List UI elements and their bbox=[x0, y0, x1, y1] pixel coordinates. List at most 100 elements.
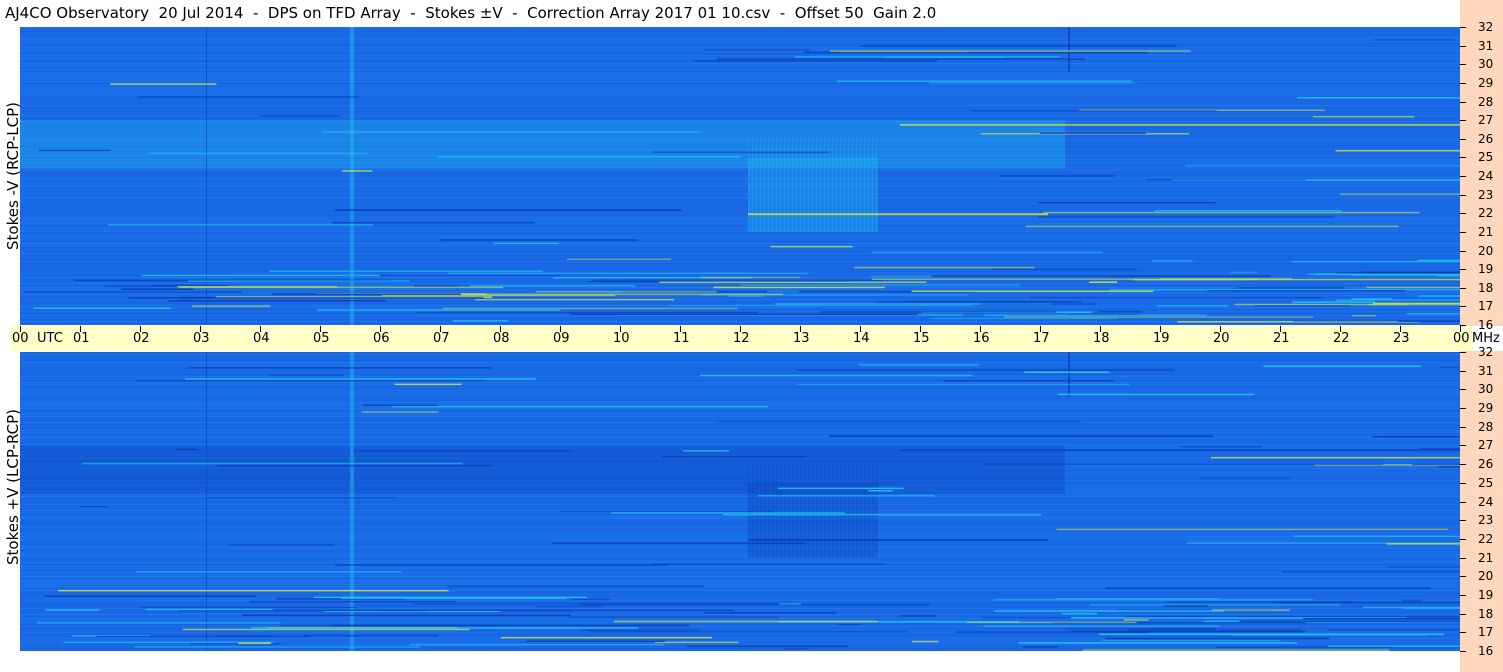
interference-streak bbox=[1038, 202, 1216, 204]
interference-streak bbox=[611, 512, 846, 514]
interference-streak bbox=[1401, 599, 1423, 602]
noise-band bbox=[20, 119, 1460, 120]
interference-streak bbox=[560, 510, 773, 513]
noise-band bbox=[20, 614, 1460, 615]
noise-band bbox=[20, 207, 1460, 208]
burst-striation bbox=[824, 464, 825, 558]
interference-streak bbox=[251, 627, 639, 629]
interference-streak bbox=[1163, 605, 1208, 607]
burst-striation bbox=[828, 464, 829, 558]
noise-band bbox=[20, 233, 1460, 234]
interference-streak bbox=[24, 291, 242, 293]
top-spectrogram-svg bbox=[20, 27, 1460, 325]
noise-band bbox=[20, 47, 1460, 48]
noise-band bbox=[20, 81, 1460, 82]
noise-band bbox=[20, 382, 1460, 383]
noise-band bbox=[20, 586, 1460, 587]
interference-streak bbox=[342, 170, 373, 172]
noise-band bbox=[20, 392, 1460, 393]
freq-tick-label: 26 bbox=[1478, 457, 1494, 471]
noise-band bbox=[20, 33, 1460, 34]
freq-tick-label: 25 bbox=[1478, 150, 1494, 164]
noise-band bbox=[20, 524, 1460, 525]
interference-streak bbox=[413, 602, 796, 605]
noise-band bbox=[20, 414, 1460, 415]
freq-tick bbox=[1460, 64, 1466, 65]
burst-striation bbox=[836, 138, 837, 232]
freq-tick-label: 16 bbox=[1478, 318, 1494, 332]
time-tick-label: 04 bbox=[253, 331, 270, 346]
noise-band bbox=[20, 582, 1460, 583]
interference-streak bbox=[217, 464, 493, 467]
interference-streak bbox=[703, 612, 836, 614]
bottom-frequency-scale bbox=[1460, 351, 1503, 672]
interference-streak bbox=[662, 456, 807, 458]
interference-streak bbox=[175, 448, 197, 451]
noise-band bbox=[20, 434, 1460, 435]
interference-streak bbox=[1327, 629, 1460, 631]
noise-band bbox=[20, 241, 1460, 242]
interference-streak bbox=[1393, 645, 1460, 648]
interference-streak bbox=[1098, 310, 1143, 313]
chart-title: AJ4CO Observatory 20 Jul 2014 - DPS on T… bbox=[5, 4, 937, 22]
noise-band bbox=[20, 193, 1460, 194]
burst-striation bbox=[832, 464, 833, 558]
noise-band bbox=[20, 45, 1460, 46]
noise-band bbox=[20, 71, 1460, 72]
interference-streak bbox=[1351, 314, 1377, 317]
freq-tick bbox=[1460, 614, 1466, 615]
time-tick-label: 03 bbox=[193, 331, 210, 346]
interference-streak bbox=[1207, 290, 1406, 292]
noise-band bbox=[20, 626, 1460, 627]
noise-band bbox=[20, 231, 1460, 232]
interference-streak bbox=[58, 589, 449, 592]
noise-band bbox=[20, 93, 1460, 94]
interference-streak bbox=[238, 642, 271, 644]
freq-tick-label: 27 bbox=[1478, 113, 1494, 127]
noise-band bbox=[20, 494, 1460, 495]
time-tick-label: 07 bbox=[433, 331, 450, 346]
noise-band bbox=[20, 51, 1460, 52]
freq-tick bbox=[1460, 483, 1466, 484]
interference-streak bbox=[136, 571, 402, 573]
noise-band bbox=[20, 428, 1460, 429]
burst-striation bbox=[848, 464, 849, 558]
freq-tick-label: 26 bbox=[1478, 132, 1494, 146]
noise-band bbox=[20, 362, 1460, 363]
freq-tick-label: 17 bbox=[1478, 625, 1494, 639]
burst-striation bbox=[860, 464, 861, 558]
noise-band bbox=[20, 177, 1460, 178]
freq-tick bbox=[1460, 269, 1466, 270]
freq-tick-label: 31 bbox=[1478, 39, 1494, 53]
burst-striation bbox=[840, 138, 841, 232]
interference-streak bbox=[141, 606, 356, 609]
interference-streak bbox=[567, 258, 671, 260]
time-tick-label: 13 bbox=[793, 331, 810, 346]
freq-tick bbox=[1460, 371, 1466, 372]
interference-streak bbox=[394, 383, 462, 386]
noise-band bbox=[20, 37, 1460, 38]
interference-streak bbox=[796, 383, 1131, 386]
freq-tick-label: 23 bbox=[1478, 513, 1494, 527]
interference-streak bbox=[757, 495, 935, 497]
interference-streak bbox=[570, 313, 918, 316]
interference-streak bbox=[180, 296, 214, 299]
interference-streak bbox=[1340, 193, 1460, 195]
interference-streak bbox=[1282, 570, 1460, 573]
freq-tick-label: 23 bbox=[1478, 188, 1494, 202]
freq-tick-label: 18 bbox=[1478, 607, 1494, 621]
interference-streak bbox=[1023, 371, 1110, 373]
noise-band bbox=[20, 390, 1460, 391]
noise-band bbox=[20, 77, 1460, 78]
freq-tick-label: 27 bbox=[1478, 438, 1494, 452]
noise-band bbox=[20, 548, 1460, 549]
freq-tick bbox=[1460, 306, 1466, 307]
interference-streak bbox=[654, 641, 739, 644]
freq-tick bbox=[1460, 102, 1466, 103]
burst-striation bbox=[836, 464, 837, 558]
interference-streak bbox=[686, 645, 849, 648]
interference-streak bbox=[779, 603, 802, 605]
noise-band bbox=[20, 558, 1460, 559]
interference-streak bbox=[138, 96, 359, 98]
interference-streak bbox=[971, 110, 1217, 112]
